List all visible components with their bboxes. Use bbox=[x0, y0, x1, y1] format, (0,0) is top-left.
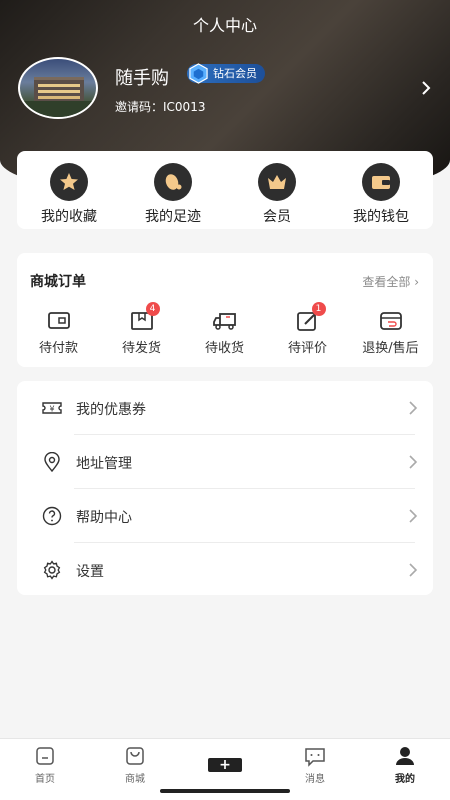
wallet-icon bbox=[372, 176, 390, 189]
diamond-icon bbox=[189, 63, 208, 84]
order-status-pending-shipment[interactable]: 4 待发货 bbox=[100, 302, 183, 356]
orders-title: 商城订单 bbox=[30, 274, 86, 290]
home-icon bbox=[36, 747, 54, 765]
footprint-icon bbox=[165, 174, 182, 190]
avatar[interactable] bbox=[18, 57, 98, 119]
notification-badge: 1 bbox=[311, 302, 326, 316]
gear-icon bbox=[43, 560, 61, 580]
user-icon bbox=[396, 747, 414, 765]
quick-item-membership[interactable]: 会员 bbox=[225, 163, 329, 226]
location-icon bbox=[44, 452, 60, 472]
plus-icon[interactable]: + bbox=[208, 758, 242, 772]
quick-actions-card: 我的收藏 我的足迹 会员 我的钱包 bbox=[17, 151, 433, 229]
settings-menu-card: ¥ 我的优惠券 地址管理 帮助中心 设置 bbox=[17, 381, 433, 595]
quick-item-label: 我的足迹 bbox=[145, 209, 201, 225]
chevron-right-icon[interactable] bbox=[418, 78, 434, 98]
chevron-right-icon bbox=[409, 401, 418, 415]
coupon-icon: ¥ bbox=[42, 402, 62, 414]
notification-badge: 4 bbox=[145, 302, 160, 316]
quick-item-label: 我的钱包 bbox=[353, 209, 409, 225]
order-status-after-sales[interactable]: 退换/售后 bbox=[349, 309, 432, 356]
chevron-right-icon bbox=[409, 455, 418, 469]
quick-item-wallet[interactable]: 我的钱包 bbox=[329, 163, 433, 226]
tab-messages[interactable]: 消息 bbox=[270, 745, 360, 785]
card-icon bbox=[47, 312, 70, 329]
order-status-pending-receipt[interactable]: 待收货 bbox=[183, 309, 266, 356]
message-icon bbox=[305, 748, 325, 767]
chevron-right-icon bbox=[409, 509, 418, 523]
avatar-building-image bbox=[34, 77, 84, 101]
menu-item-help[interactable]: 帮助中心 bbox=[17, 489, 433, 543]
return-icon bbox=[379, 312, 402, 330]
username: 随手购 bbox=[115, 68, 169, 89]
vip-badge[interactable]: 钻石会员 bbox=[187, 63, 265, 84]
menu-item-address[interactable]: 地址管理 bbox=[17, 435, 433, 489]
invite-code: 邀请码：IC0013 bbox=[115, 100, 206, 114]
quick-item-label: 我的收藏 bbox=[41, 209, 97, 225]
crown-icon bbox=[268, 175, 286, 189]
shopping-bag-icon bbox=[126, 747, 144, 765]
chevron-right-icon bbox=[409, 563, 418, 577]
order-status-pending-payment[interactable]: 待付款 bbox=[17, 309, 100, 356]
vip-label: 钻石会员 bbox=[213, 67, 257, 80]
quick-item-footprints[interactable]: 我的足迹 bbox=[121, 163, 225, 226]
truck-icon bbox=[212, 313, 236, 330]
star-icon bbox=[60, 173, 78, 190]
quick-item-favorites[interactable]: 我的收藏 bbox=[17, 163, 121, 226]
page-title: 个人中心 bbox=[192, 16, 257, 35]
tab-mall[interactable]: 商城 bbox=[90, 745, 180, 785]
tab-home[interactable]: 首页 bbox=[0, 745, 90, 785]
home-indicator bbox=[160, 789, 290, 793]
quick-item-label: 会员 bbox=[263, 209, 291, 225]
svg-text:¥: ¥ bbox=[49, 405, 54, 414]
menu-item-coupons[interactable]: ¥ 我的优惠券 bbox=[17, 381, 433, 435]
tab-profile[interactable]: 我的 bbox=[360, 745, 450, 785]
order-status-pending-review[interactable]: 1 待评价 bbox=[266, 302, 349, 356]
view-all-link[interactable]: 查看全部 › bbox=[362, 273, 419, 290]
orders-card: 商城订单 查看全部 › 待付款 4 待发货 待收货 1 待评价 退换/售后 bbox=[17, 253, 433, 367]
help-icon bbox=[42, 506, 62, 526]
menu-item-settings[interactable]: 设置 bbox=[17, 543, 433, 597]
